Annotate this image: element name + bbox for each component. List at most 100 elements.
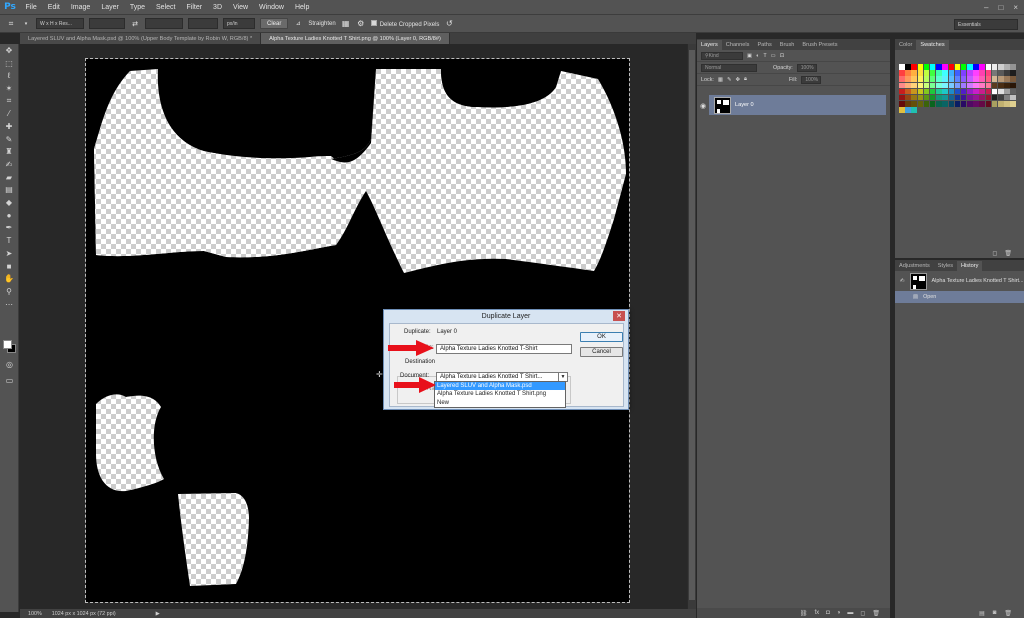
tab-adjustments[interactable]: Adjustments (895, 261, 934, 271)
color-swatch[interactable] (948, 94, 954, 101)
color-swatch[interactable] (899, 70, 905, 76)
color-swatch[interactable] (960, 88, 967, 95)
color-swatch[interactable] (917, 88, 924, 95)
menu-view[interactable]: View (228, 4, 254, 11)
healing-brush-tool-icon[interactable]: ✚ (0, 120, 18, 133)
marquee-tool-icon[interactable]: ⬚ (0, 57, 18, 70)
foreground-color-swatch[interactable] (3, 340, 12, 349)
color-swatch[interactable] (929, 70, 936, 76)
color-swatch[interactable] (954, 94, 961, 101)
tab-layered-sluv[interactable]: Layered SLUV and Alpha Mask.psd @ 100% (… (20, 33, 262, 44)
color-swatch[interactable] (911, 88, 917, 95)
canvas-vertical-scrollbar[interactable] (687, 44, 696, 609)
clone-stamp-tool-icon[interactable]: ♜ (0, 146, 18, 159)
color-swatch[interactable] (936, 82, 942, 89)
ok-button[interactable]: OK (580, 332, 623, 342)
ratio-preset-dropdown[interactable]: W x H x Res... (36, 18, 84, 29)
pen-tool-icon[interactable]: ✒ (0, 222, 18, 235)
color-swatch[interactable] (998, 64, 1004, 70)
color-swatch[interactable] (905, 88, 911, 95)
color-swatch[interactable] (929, 82, 936, 89)
add-mask-icon[interactable]: ◘ (826, 610, 830, 616)
color-swatch[interactable] (923, 94, 930, 101)
color-swatch[interactable] (1004, 76, 1010, 82)
dodge-tool-icon[interactable]: ● (0, 209, 18, 222)
as-name-input[interactable]: Alpha Texture Ladies Knotted T-Shirt (436, 344, 572, 354)
color-swatch[interactable] (948, 70, 954, 76)
color-swatch[interactable] (936, 101, 942, 107)
color-swatch[interactable] (917, 101, 924, 107)
color-swatch[interactable] (960, 64, 967, 70)
grid-overlay-icon[interactable]: ▦ (341, 19, 351, 28)
color-swatch[interactable] (967, 76, 973, 82)
straighten-button[interactable]: Straighten (308, 21, 335, 27)
dropdown-option-layered-sluv[interactable]: Layered SLUV and Alpha Mask.psd (435, 382, 565, 391)
gradient-tool-icon[interactable]: ▤ (0, 184, 18, 197)
crop-tool-icon[interactable]: ⌗ (0, 95, 18, 108)
color-swatch[interactable] (911, 107, 917, 113)
color-swatch[interactable] (948, 101, 954, 107)
color-swatch[interactable] (911, 94, 917, 101)
color-swatch[interactable] (979, 82, 985, 89)
color-swatch[interactable] (942, 82, 948, 89)
color-swatch[interactable] (929, 76, 936, 82)
opacity-field[interactable]: 100% (796, 63, 817, 72)
color-swatch[interactable] (998, 82, 1004, 89)
color-swatch[interactable] (985, 70, 992, 76)
eraser-tool-icon[interactable]: ▰ (0, 171, 18, 184)
hand-tool-icon[interactable]: ✋ (0, 272, 18, 285)
camera-icon[interactable]: ◙ (993, 610, 997, 616)
color-swatch[interactable] (998, 101, 1004, 107)
color-swatch[interactable] (911, 64, 917, 70)
layer-filter-dropdown[interactable]: ⚲ Kind (701, 51, 743, 60)
resolution-field[interactable] (188, 18, 218, 29)
color-swatch[interactable] (911, 101, 917, 107)
history-brush-icon[interactable]: ✍ (900, 278, 905, 284)
tab-channels[interactable]: Channels (722, 40, 754, 50)
color-swatch[interactable] (911, 76, 917, 82)
tab-styles[interactable]: Styles (934, 261, 957, 271)
dropdown-option-new[interactable]: New (435, 399, 565, 407)
gear-icon[interactable]: ⚙ (356, 19, 366, 28)
color-swatch[interactable] (923, 76, 930, 82)
more-tools-icon[interactable]: ⋯ (0, 298, 18, 311)
dropdown-option-alpha-texture[interactable]: Alpha Texture Ladies Knotted T Shirt.png (435, 390, 565, 398)
color-swatch[interactable] (985, 101, 992, 107)
color-swatch[interactable] (1010, 101, 1016, 107)
scrollbar-thumb[interactable] (689, 50, 695, 600)
color-swatch[interactable] (905, 82, 911, 89)
color-swatch[interactable] (899, 88, 905, 95)
color-swatch[interactable] (991, 82, 998, 89)
menu-type[interactable]: Type (124, 4, 150, 11)
tab-alpha-texture[interactable]: Alpha Texture Ladies Knotted T Shirt.png… (261, 33, 450, 44)
color-swatch[interactable] (917, 82, 924, 89)
color-swatch[interactable] (905, 107, 911, 113)
menu-edit[interactable]: Edit (42, 4, 65, 11)
color-swatch[interactable] (985, 76, 992, 82)
color-swatch[interactable] (905, 101, 911, 107)
color-swatch[interactable] (923, 101, 930, 107)
color-swatch[interactable] (991, 88, 998, 95)
adjustment-layer-icon[interactable]: ◑ (837, 610, 841, 616)
crop-width-field[interactable] (89, 18, 125, 29)
color-swatch[interactable] (973, 101, 979, 107)
filter-type-icon[interactable]: T (763, 53, 766, 59)
blur-tool-icon[interactable]: ◆ (0, 196, 18, 209)
filter-smart-object-icon[interactable]: ⊡ (780, 53, 785, 59)
maximize-icon[interactable]: □ (998, 3, 1003, 12)
color-swatch[interactable] (1004, 88, 1010, 95)
color-swatch[interactable] (905, 64, 911, 70)
color-swatch[interactable] (905, 70, 911, 76)
type-tool-icon[interactable]: T (0, 234, 18, 247)
color-swatch[interactable] (936, 70, 942, 76)
menu-file[interactable]: File (20, 4, 42, 11)
tab-color[interactable]: Color (895, 40, 916, 50)
lock-transparent-icon[interactable]: ▦ (718, 77, 723, 83)
color-swatch[interactable] (991, 64, 998, 70)
menu-select[interactable]: Select (151, 4, 181, 11)
color-swatch[interactable] (1004, 101, 1010, 107)
color-swatch[interactable] (973, 82, 979, 89)
tab-brush-presets[interactable]: Brush Presets (798, 40, 841, 50)
color-swatch[interactable] (936, 64, 942, 70)
color-swatch[interactable] (1004, 94, 1010, 101)
